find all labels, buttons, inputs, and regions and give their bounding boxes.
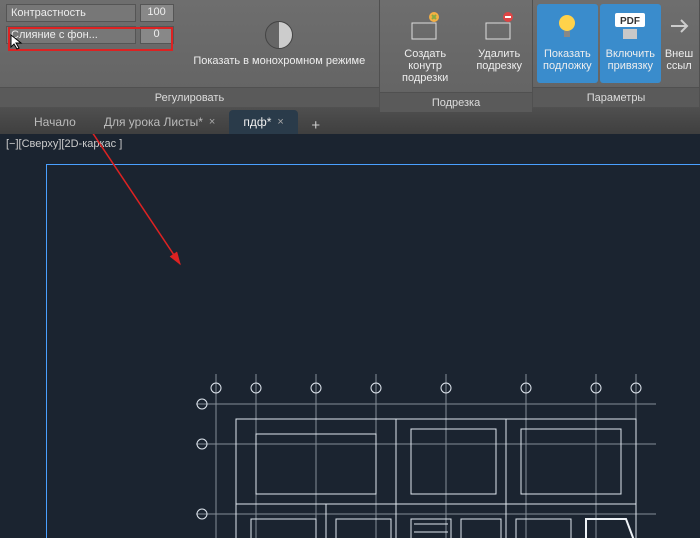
delete-clip-label: Удалить подрезку <box>476 48 522 72</box>
create-clip-button[interactable]: Создать конутр подрезки <box>384 4 466 88</box>
document-tabs: Начало Для урока Листы* × пдф* × + <box>0 108 700 134</box>
panel-title-clip: Подрезка <box>380 92 532 112</box>
delete-clip-icon <box>481 8 517 44</box>
panel-title-params: Параметры <box>533 87 699 107</box>
show-underlay-button[interactable]: Показать подложку <box>537 4 598 83</box>
monochrome-label: Показать в монохромном режиме <box>193 55 365 67</box>
fade-label: Слияние с фон... <box>6 26 136 44</box>
drawing-canvas[interactable]: [−][Сверху][2D-каркас ] <box>0 134 700 538</box>
ribbon: Контрастность 100 Слияние с фон... 0 Пок… <box>0 0 700 108</box>
floor-plan-drawing <box>196 374 656 538</box>
close-icon[interactable]: × <box>209 116 215 128</box>
tab-label: пдф* <box>243 115 271 129</box>
close-icon[interactable]: × <box>277 116 283 128</box>
external-ref-label: Внеш ссыл <box>665 48 693 72</box>
arrow-icon <box>663 8 695 44</box>
svg-text:PDF: PDF <box>620 16 640 27</box>
tab-label: Для урока Листы* <box>104 115 203 129</box>
tab-label: Начало <box>34 115 76 129</box>
show-underlay-label: Показать подложку <box>543 48 592 72</box>
add-tab-button[interactable]: + <box>306 117 326 134</box>
tab-pdf[interactable]: пдф* × <box>229 110 297 134</box>
monochrome-icon <box>265 21 293 49</box>
enable-snap-button[interactable]: PDF Включить привязку <box>600 4 661 83</box>
tab-lesson-sheets[interactable]: Для урока Листы* × <box>90 110 230 134</box>
adjust-sliders: Контрастность 100 Слияние с фон... 0 <box>0 0 180 87</box>
pdf-icon: PDF <box>612 8 648 44</box>
create-clip-icon <box>407 8 443 44</box>
monochrome-button[interactable]: Показать в монохромном режиме <box>180 0 379 87</box>
panel-title-adjust: Регулировать <box>0 87 379 107</box>
lightbulb-on-icon <box>549 8 585 44</box>
viewport-controls[interactable]: [−][Сверху][2D-каркас ] <box>0 134 700 154</box>
create-clip-label: Создать конутр подрезки <box>390 48 460 84</box>
contrast-value[interactable]: 100 <box>140 4 174 22</box>
delete-clip-button[interactable]: Удалить подрезку <box>470 4 528 88</box>
tab-start[interactable]: Начало <box>20 110 90 134</box>
contrast-label: Контрастность <box>6 4 136 22</box>
fade-value[interactable]: 0 <box>140 26 174 44</box>
external-ref-button[interactable]: Внеш ссыл <box>663 4 695 83</box>
enable-snap-label: Включить привязку <box>606 48 655 72</box>
